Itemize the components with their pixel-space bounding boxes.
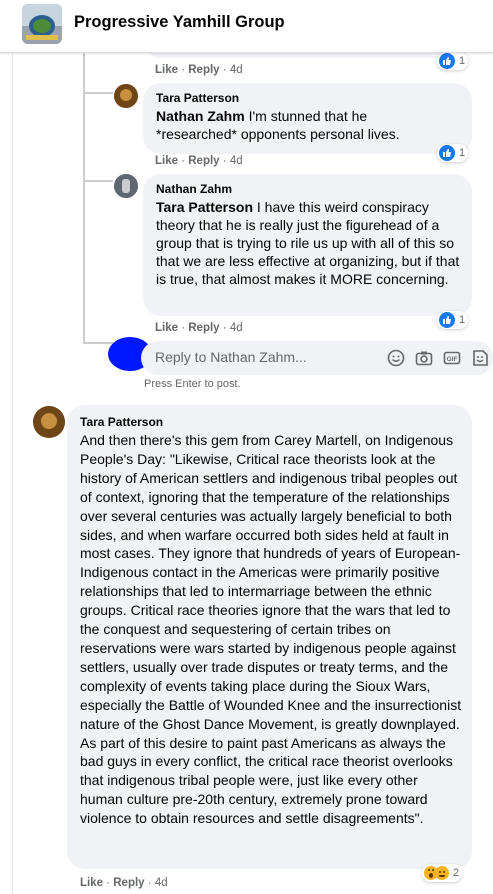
comment-time[interactable]: 4d [230,322,243,334]
comment-author[interactable]: Nathan Zahm [156,182,232,196]
comment-bubble: Tara Patterson And then there's this gem… [67,405,472,869]
reply-placeholder: Reply to Nathan Zahm... [155,349,307,365]
reaction-count[interactable]: 2 [422,864,463,882]
comment-time[interactable]: 4d [155,877,168,889]
group-avatar[interactable] [22,4,62,44]
comment-bubble: Tara Patterson Nathan Zahm I'm stunned t… [143,83,472,154]
thread-line [83,342,113,344]
comment-author[interactable]: Tara Patterson [80,415,163,429]
reaction-count[interactable]: 1 [437,52,469,70]
avatar[interactable] [114,84,138,108]
thread-line [83,52,85,344]
comment-actions: Like · Reply · 4d [80,877,168,889]
reaction-count[interactable]: 1 [437,144,469,162]
reply-link[interactable]: Reply [188,322,219,334]
reply-hint: Press Enter to post. [144,378,241,390]
sticker-icon[interactable] [471,349,489,367]
like-link[interactable]: Like [80,877,103,889]
camera-icon[interactable] [415,349,433,367]
emoji-icon[interactable] [387,349,405,367]
comment-text: Tara Patterson I have this weird conspir… [156,198,464,288]
svg-text:GIF: GIF [447,356,458,363]
like-link[interactable]: Like [155,64,178,76]
comment-actions: Like · Reply · 4d [155,64,243,76]
like-reaction-icon [439,312,455,328]
group-title[interactable]: Progressive Yamhill Group [74,13,285,32]
avatar[interactable] [114,174,138,198]
comment-text: Nathan Zahm I'm stunned that he *researc… [156,107,426,143]
comment-actions: Like · Reply · 4d [155,322,243,334]
mention-link[interactable]: Tara Patterson [156,199,253,215]
reaction-count[interactable]: 1 [437,311,469,329]
comment-body: And then there's this gem from Carey Mar… [80,432,462,827]
comment-time[interactable]: 4d [230,64,243,76]
thread-line [83,92,113,94]
thread-line [83,180,113,182]
mention-link[interactable]: Nathan Zahm [156,108,245,124]
comment-author[interactable]: Tara Patterson [156,91,239,105]
reply-link[interactable]: Reply [188,64,219,76]
comment-text: And then there's this gem from Carey Mar… [80,431,462,828]
group-header: Progressive Yamhill Group [0,0,493,53]
gif-icon[interactable]: GIF [443,349,461,367]
reply-input[interactable]: Reply to Nathan Zahm... GIF [141,341,493,375]
like-link[interactable]: Like [155,155,178,167]
group-logo-icon [22,4,62,44]
reply-link[interactable]: Reply [113,877,144,889]
sad-reaction-icon [435,866,449,880]
like-reaction-icon [439,145,455,161]
like-link[interactable]: Like [155,322,178,334]
comment-time[interactable]: 4d [230,155,243,167]
comment-bubble: Nathan Zahm Tara Patterson I have this w… [143,174,472,316]
comment-actions: Like · Reply · 4d [155,155,243,167]
avatar[interactable] [33,406,65,438]
reply-link[interactable]: Reply [188,155,219,167]
like-reaction-icon [439,53,455,69]
